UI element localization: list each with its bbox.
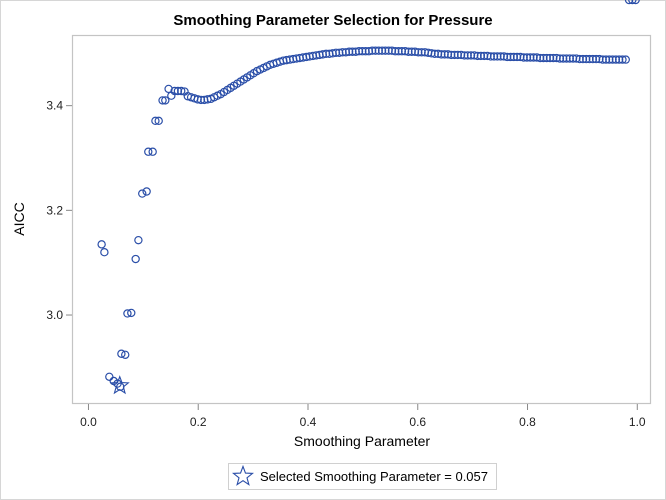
y-axis-label: AICC bbox=[11, 202, 27, 235]
legend-label: Selected Smoothing Parameter = 0.057 bbox=[260, 469, 488, 484]
x-tick-label: 0.2 bbox=[190, 415, 207, 429]
plot-area-frame bbox=[71, 34, 652, 405]
data-point bbox=[131, 254, 140, 264]
data-point bbox=[148, 147, 157, 156]
x-tick-label: 0.0 bbox=[80, 415, 97, 429]
chart: Smoothing Parameter Selection for Pressu… bbox=[11, 0, 652, 490]
data-point bbox=[100, 248, 109, 257]
x-tick-label: 0.8 bbox=[519, 415, 536, 429]
x-tick-label: 0.4 bbox=[300, 415, 317, 429]
data-points bbox=[97, 0, 640, 395]
x-axis: 0.0 0.2 0.4 0.6 0.8 1.0 bbox=[80, 404, 646, 429]
data-point bbox=[142, 187, 151, 196]
y-tick-label: 3.2 bbox=[46, 203, 63, 217]
legend: Selected Smoothing Parameter = 0.057 bbox=[228, 463, 497, 490]
data-point bbox=[97, 240, 106, 249]
chart-title: Smoothing Parameter Selection for Pressu… bbox=[173, 12, 492, 29]
y-tick-label: 3.0 bbox=[46, 308, 63, 322]
x-tick-label: 1.0 bbox=[629, 415, 646, 429]
y-axis: 3.0 3.2 3.4 bbox=[46, 99, 72, 322]
x-tick-label: 0.6 bbox=[409, 415, 426, 429]
y-tick-label: 3.4 bbox=[46, 99, 63, 113]
data-point bbox=[134, 235, 143, 245]
data-point bbox=[105, 372, 114, 381]
data-point bbox=[138, 189, 147, 198]
x-axis-label: Smoothing Parameter bbox=[294, 433, 431, 449]
